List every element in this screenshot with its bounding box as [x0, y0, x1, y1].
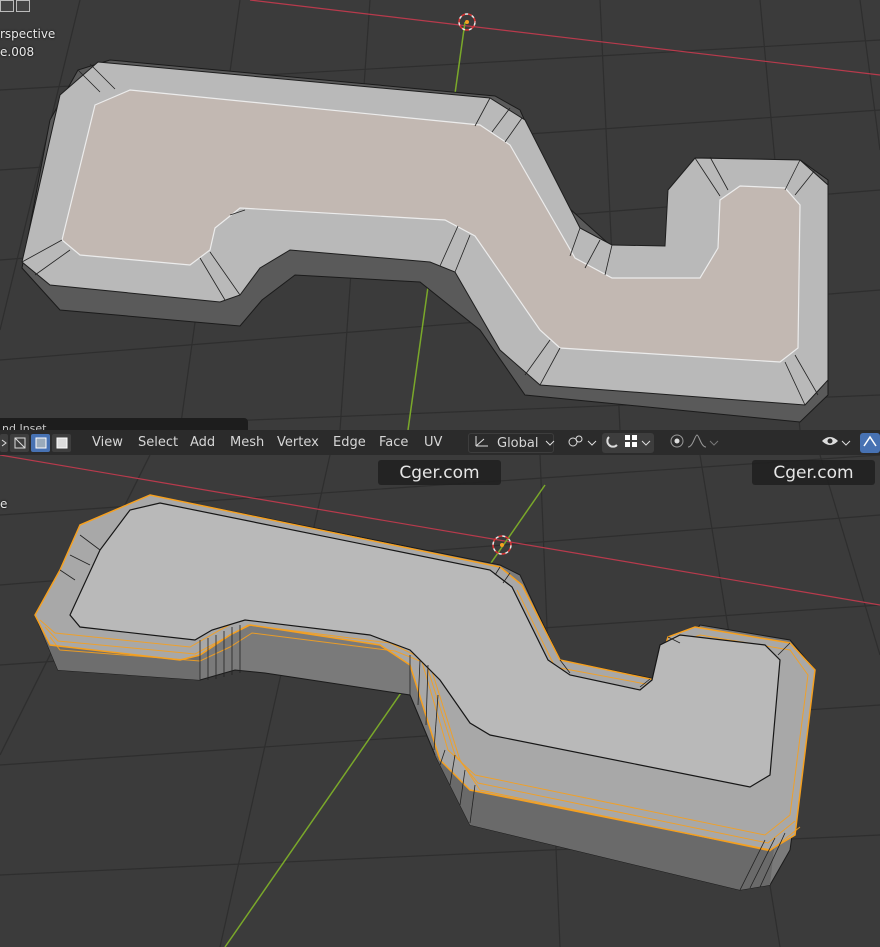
- select-mode-group: [0, 434, 73, 452]
- face-select-icon[interactable]: [31, 434, 50, 452]
- vertex-select-icon[interactable]: [0, 434, 8, 452]
- chevron-down-icon: [545, 436, 555, 451]
- edge-select-icon[interactable]: [10, 434, 29, 452]
- bottom-viewport[interactable]: e: [0, 455, 880, 947]
- bottom-scene: [0, 455, 880, 947]
- transform-orientation-dropdown[interactable]: Global: [468, 433, 555, 453]
- chevron-down-icon: [587, 436, 597, 451]
- face-select-icon[interactable]: [52, 434, 71, 452]
- menu-vertex[interactable]: Vertex: [277, 430, 319, 456]
- orientation-value: Global: [497, 435, 539, 451]
- menu-view[interactable]: View: [92, 430, 123, 456]
- 3d-cursor-icon: [458, 13, 476, 31]
- viewport-header: View Select Add Mesh Vertex Edge Face UV…: [0, 430, 880, 456]
- view-mode-icons[interactable]: [0, 0, 33, 14]
- visibility-icon: [821, 434, 839, 452]
- menu-select[interactable]: Select: [138, 430, 178, 456]
- menu-face[interactable]: Face: [379, 430, 408, 456]
- chevron-down-icon: [709, 436, 719, 451]
- proportional-edit-group[interactable]: [666, 433, 722, 453]
- transform-orientation-icon: [473, 434, 491, 452]
- snap-group[interactable]: [602, 433, 654, 453]
- chevron-down-icon: [641, 436, 651, 451]
- top-scene: [0, 0, 880, 430]
- menu-uv[interactable]: UV: [424, 430, 442, 456]
- pivot-icon: [567, 433, 585, 453]
- chevron-down-icon: [841, 436, 851, 451]
- snap-icon[interactable]: [605, 433, 621, 453]
- menu-edge[interactable]: Edge: [333, 430, 366, 456]
- gizmo-icon: [860, 433, 880, 453]
- menu-mesh[interactable]: Mesh: [230, 430, 264, 456]
- falloff-icon[interactable]: [687, 433, 707, 453]
- object-name-label: e.008: [0, 45, 35, 59]
- proportional-edit-icon[interactable]: [669, 433, 685, 453]
- x-axis-line: [249, 0, 880, 76]
- pivot-dropdown[interactable]: [564, 433, 600, 453]
- visibility-dropdown[interactable]: [818, 433, 854, 453]
- last-operator-panel[interactable]: nd Inset: [0, 418, 248, 430]
- select-box-icon[interactable]: [16, 0, 30, 12]
- watermark: Cger.com: [378, 460, 501, 485]
- view-perspective-label: rspective: [0, 27, 56, 41]
- view-perspective-label: e: [0, 497, 8, 511]
- gizmo-toggle[interactable]: [860, 433, 880, 453]
- snap-target-icon[interactable]: [623, 433, 639, 453]
- watermark: Cger.com: [752, 460, 875, 485]
- menu-add[interactable]: Add: [190, 430, 215, 456]
- select-box-icon[interactable]: [0, 0, 14, 12]
- top-viewport[interactable]: rspective e.008 nd Inset: [0, 0, 880, 430]
